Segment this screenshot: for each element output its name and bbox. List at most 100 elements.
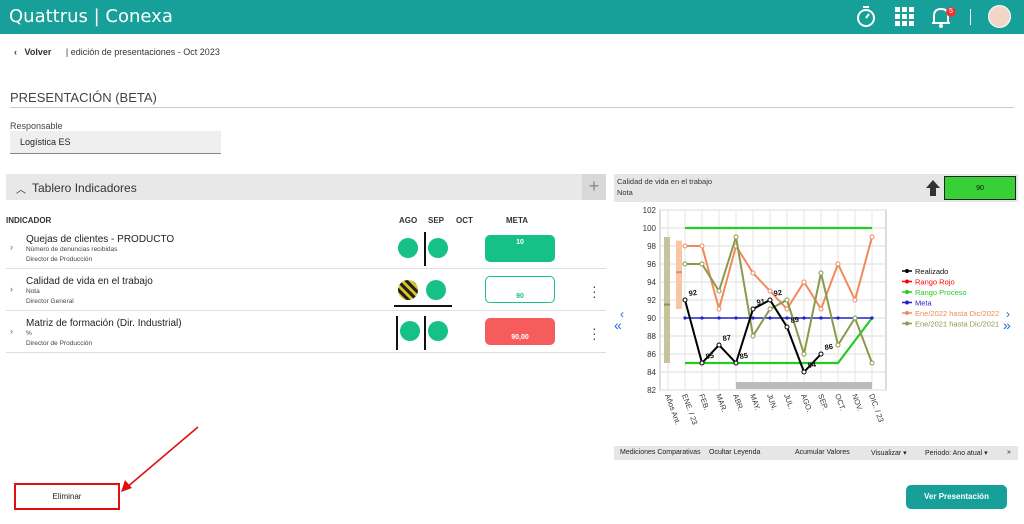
series-2022-point <box>682 243 688 249</box>
y-tick-label: 94 <box>647 278 656 287</box>
realizado-point <box>682 297 688 303</box>
indicator-name: Quejas de clientes - PRODUCTO <box>26 234 175 245</box>
series-2022-point <box>818 306 824 312</box>
x-tick-label: OCT. <box>833 393 847 412</box>
y-tick-label: 96 <box>647 260 656 269</box>
legend-item: Realizado <box>915 267 948 276</box>
period-marker <box>424 316 426 350</box>
realizado-point <box>733 360 739 366</box>
prev-icon[interactable]: ‹ <box>620 307 624 321</box>
series-2022-point <box>767 288 773 294</box>
data-label: 86 <box>824 342 834 352</box>
series-2022-point <box>716 306 722 312</box>
historical-marker <box>676 271 682 274</box>
expand-icon[interactable]: › <box>10 326 13 336</box>
x-tick-label: JUL. <box>782 393 796 411</box>
y-tick-label: 88 <box>647 332 656 341</box>
realizado-point <box>750 306 756 312</box>
more-options-icon[interactable]: · · · <box>592 321 597 345</box>
legend-dot <box>905 269 909 273</box>
apps-grid-icon[interactable] <box>894 6 916 28</box>
more-options-icon[interactable]: · · · <box>592 279 597 303</box>
x-tick-label: Años Ant. <box>663 393 682 426</box>
meta-point <box>700 316 704 320</box>
realizado-point <box>767 297 773 303</box>
chevron-up-icon[interactable]: ︿ <box>16 181 26 196</box>
x-tick-label: DIC. / 23 <box>867 393 886 424</box>
legend-item: Ene/2021 hasta Dic/2021 <box>915 320 999 329</box>
chart-toolbar-item[interactable]: Periodo: Ano atual ▾ <box>925 449 988 457</box>
expand-icon[interactable]: › <box>10 284 13 294</box>
series-2021-point <box>818 270 824 276</box>
x-tick-label: MAY. <box>748 393 762 412</box>
series-2022-point <box>801 279 807 285</box>
status-dot-sep[interactable] <box>428 321 448 341</box>
meta-badge: 90 <box>485 276 555 303</box>
x-tick-label: MAR. <box>714 393 729 414</box>
col-meta: META <box>506 216 529 225</box>
view-presentation-button[interactable]: Ver Presentación <box>906 485 1007 509</box>
responsable-field[interactable]: Logística ES <box>10 131 221 154</box>
top-bar: Quattrus | Conexa 5 <box>0 0 1024 34</box>
chart-toolbar-item[interactable]: Mediciones Comparativas <box>620 449 701 456</box>
col-ago: AGO <box>399 216 418 225</box>
x-tick-label: FEB. <box>697 393 711 412</box>
chart-toolbar-item[interactable]: Visualizar ▾ <box>871 449 907 457</box>
indicator-row[interactable]: › Calidad de vida en el trabajo Nota Dir… <box>6 270 606 311</box>
indicator-owner: Director de Producción <box>26 340 93 347</box>
period-underline <box>394 305 452 307</box>
back-label: Volver <box>24 47 52 57</box>
legend-item: Rango Rojo <box>915 278 955 287</box>
indicator-name: Calidad de vida en el trabajo <box>26 276 153 287</box>
legend-dot <box>905 290 909 294</box>
status-dot-sep[interactable] <box>428 238 448 258</box>
indicator-owner: Director General <box>26 298 74 305</box>
indicator-row[interactable]: › Quejas de clientes - PRODUCTO Número d… <box>6 228 606 269</box>
data-label: 87 <box>722 333 732 343</box>
x-tick-label: NOV. <box>850 393 864 413</box>
data-label: 89 <box>790 315 800 325</box>
annotation-arrow <box>121 426 199 492</box>
meta-point <box>785 316 789 320</box>
chart-toolbar-item[interactable]: Acumular Valores <box>795 449 850 456</box>
timer-icon[interactable] <box>855 5 877 29</box>
period-marker <box>424 232 426 266</box>
y-tick-label: 92 <box>647 296 656 305</box>
breadcrumb: ‹ Volver | edición de presentaciones - O… <box>14 47 220 57</box>
status-dot-ago[interactable] <box>398 238 418 258</box>
avatar[interactable] <box>988 5 1011 28</box>
status-dot-ago[interactable] <box>400 321 420 341</box>
chart-toolbar-item[interactable]: Ocultar Leyenda <box>709 449 760 456</box>
data-label: 92 <box>688 288 698 298</box>
series-2021-point <box>869 360 875 366</box>
line-chart[interactable]: 82 84 86 88 90 92 94 96 98 100 102 Años Ant.ENE. / … <box>614 202 1018 446</box>
status-dot-ago[interactable] <box>398 280 418 300</box>
data-label: 85 <box>739 351 749 361</box>
brand-logo[interactable]: Quattrus | Conexa <box>9 6 173 27</box>
chart-legend: RealizadoRango RojoRango ProcesoMetaEne/… <box>902 267 999 329</box>
panel-header[interactable]: ︿ Tablero Indicadores <box>6 174 606 200</box>
chart-indicator-name: Calidad de vida en el trabajo <box>617 177 713 186</box>
next-period-icon[interactable]: » <box>1003 317 1011 333</box>
expand-icon[interactable]: › <box>10 242 13 252</box>
chart-toolbar-item[interactable]: » <box>1007 449 1011 456</box>
data-label: 91 <box>756 297 766 307</box>
meta-point <box>734 316 738 320</box>
status-dot-sep[interactable] <box>426 280 446 300</box>
delete-button[interactable]: Eliminar <box>14 483 120 510</box>
meta-point <box>802 316 806 320</box>
add-button[interactable]: + <box>582 174 606 200</box>
realizado-point <box>784 324 790 330</box>
back-link[interactable]: ‹ Volver <box>14 47 51 57</box>
page-title: PRESENTACIÓN (BETA) <box>10 90 157 105</box>
indicator-owner: Director de Producción <box>26 256 93 263</box>
legend-item: Meta <box>915 299 933 308</box>
col-oct: OCT <box>456 216 473 225</box>
legend-dot <box>905 321 909 326</box>
indicator-row[interactable]: › Matriz de formación (Dir. Industrial) … <box>6 312 606 353</box>
responsable-label: Responsable <box>10 121 63 131</box>
data-label: 85 <box>705 351 715 361</box>
series-2021-point <box>835 342 841 348</box>
notification-badge: 5 <box>946 7 956 17</box>
series-2022-point <box>750 270 756 276</box>
